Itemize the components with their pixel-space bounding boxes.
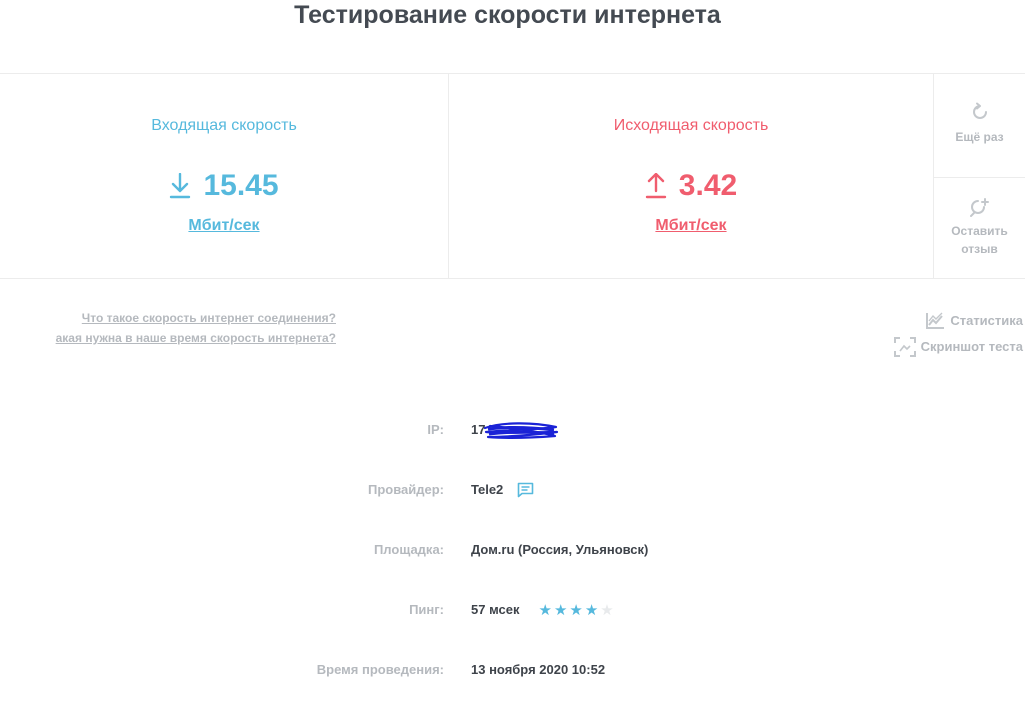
rating-star-icon: ★ [600,601,614,619]
page-title: Тестирование скорости интернета [294,1,721,29]
retry-button[interactable]: Ещё раз [934,74,1025,178]
upload-icon [645,173,666,199]
rating-star-icon: ★ [553,601,568,619]
chart-icon [926,312,945,329]
info-links: Что такое скорость интернет соединения? … [56,308,336,348]
provider-row: Провайдер: Tele2 [0,480,1025,500]
what-is-speed-link[interactable]: Что такое скорость интернет соединения? [56,308,336,328]
side-actions: Ещё раз Оставить отзыв [934,74,1025,278]
review-label-line1: Оставить [951,224,1008,238]
upload-value: 3.42 [678,169,738,202]
rating-star-icon: ★ [538,601,552,619]
statistics-label: Статистика [950,313,1023,328]
statistics-button[interactable]: Статистика [894,308,1023,334]
comment-add-icon [969,198,989,217]
ping-label: Пинг: [409,602,444,617]
site-row: Площадка: Дом.ru (Россия, Ульяновск) [0,540,1025,560]
speed-test-page: Тестирование скорости интернета Входящая… [0,0,1025,705]
time-value: 13 ноября 2020 10:52 [471,662,606,677]
download-label: Входящая скорость [151,117,297,134]
download-value-row: 15.45 [0,168,448,204]
retry-label: Ещё раз [955,130,1004,144]
provider-label: Провайдер: [367,482,444,497]
download-value: 15.45 [203,169,279,202]
provider-value-wrap: Tele2 [471,480,534,500]
tools: Статистика Скриншот теста [893,308,1023,360]
download-unit-link[interactable]: Мбит/сек [0,216,448,236]
ping-row: Пинг: 57 мсек ★ ★ ★ ★ ★ [0,600,1025,620]
leave-review-button[interactable]: Оставить отзыв [934,178,1025,278]
time-row: Время проведения: 13 ноября 2020 10:52 [0,660,1025,680]
ping-value: 57 мсек [471,602,520,617]
site-value: Дом.ru (Россия, Ульяновск) [471,542,649,557]
download-icon [170,173,191,199]
results-panel: Входящая скорость 15.45 Мбит/сек Исходящ… [0,73,1025,279]
time-label: Время проведения: [316,662,444,677]
refresh-icon [972,102,987,119]
upload-label: Исходящая скорость [613,117,769,134]
download-result: Входящая скорость 15.45 Мбит/сек [0,74,449,278]
review-label-line2: отзыв [961,242,998,256]
screenshot-label: Скриншот теста [920,339,1023,354]
provider-value: Tele2 [471,482,504,497]
ping-rating: ★ ★ ★ ★ ★ [538,603,615,618]
screenshot-icon [893,337,916,357]
upload-unit-link[interactable]: Мбит/сек [449,216,933,236]
upload-value-row: 3.42 [449,168,933,204]
comment-icon[interactable] [517,482,534,498]
rating-star-icon: ★ [584,601,599,619]
which-speed-needed-link[interactable]: акая нужна в наше время скорость интерне… [56,328,336,348]
rating-star-icon: ★ [569,601,583,619]
site-label: Площадка: [373,542,444,557]
ping-value-wrap: 57 мсек ★ ★ ★ ★ ★ [471,600,616,620]
screenshot-button[interactable]: Скриншот теста [893,334,1023,360]
ip-label: IP: [427,422,444,437]
upload-result: Исходящая скорость 3.42 Мбит/сек [449,74,934,278]
redaction-scribble [483,422,559,439]
